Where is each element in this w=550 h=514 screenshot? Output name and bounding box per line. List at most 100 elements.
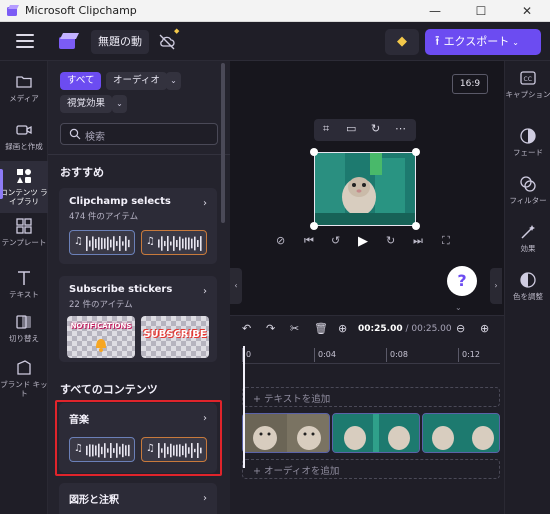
recommended-heading: おすすめ (60, 166, 104, 179)
subscribe-sticker[interactable]: SUBSCRIBE (141, 316, 209, 358)
zoom-out-icon[interactable]: ⊖ (456, 322, 465, 335)
current-time: 00:25.00 (358, 324, 403, 334)
fit-icon[interactable]: ▭ (346, 122, 356, 135)
music-note-icon: ♫ (146, 236, 155, 247)
panel-divider (48, 154, 230, 155)
rotate-icon[interactable]: ↻ (371, 122, 380, 135)
help-button[interactable]: ? (447, 266, 477, 296)
skip-back-icon[interactable]: ⏮ (304, 234, 314, 248)
skip-forward-icon[interactable]: ⏭ (413, 234, 423, 248)
trash-icon[interactable]: 🗑 (314, 322, 328, 335)
app-header: 無題の動 ◆ ◆ ⭱ エクスポート ⌄ (0, 22, 550, 61)
filter-visual-chip[interactable]: 視覚効果 (60, 95, 113, 113)
all-content-heading: すべてのコンテンツ (60, 383, 158, 396)
rail-filters-label: フィルター (509, 196, 547, 205)
playhead[interactable] (243, 346, 245, 468)
text-track[interactable]: + テキストを追加 (242, 387, 500, 407)
search-placeholder: 検索 (85, 132, 105, 143)
rail-captions[interactable]: CC キャプション (505, 69, 550, 99)
nav-transitions[interactable]: 切り替え (0, 307, 48, 353)
timeline-ruler[interactable]: 0 0:04 0:08 0:12 (242, 346, 500, 364)
svg-text:CC: CC (524, 76, 532, 83)
nav-content-library[interactable]: コンテンツ ライブラリ (0, 161, 48, 213)
nav-record-create[interactable]: 録画と作成 (0, 115, 48, 161)
collapse-left-button[interactable]: ‹ (230, 268, 242, 304)
filter-audio-dropdown[interactable]: ⌄ (166, 72, 181, 90)
minimize-button[interactable]: — (412, 0, 458, 22)
close-button[interactable]: ✕ (504, 0, 550, 22)
chevron-right-icon: › (494, 281, 498, 290)
rail-effects[interactable]: 効果 (505, 223, 550, 253)
window-title: Microsoft Clipchamp (25, 4, 137, 17)
subscribe-stickers-card[interactable]: Subscribe stickers › 22 件のアイテム NOTIFICAT… (59, 276, 217, 362)
clip-thumbnail (423, 414, 499, 452)
play-icon[interactable]: ▶ (358, 234, 368, 249)
search-input[interactable]: 検索 (60, 123, 218, 145)
filter-all-chip[interactable]: すべて (60, 72, 102, 90)
maximize-button[interactable]: ☐ (458, 0, 504, 22)
audio-thumbnail[interactable]: ♫ (141, 230, 207, 255)
premium-badge-icon: ◆ (174, 27, 180, 35)
clip-toolbar: ⌗ ▭ ↻ ⋯ (314, 119, 416, 141)
undo-icon[interactable]: ↶ (242, 322, 251, 335)
clipchamp-selects-card[interactable]: Clipchamp selects › 474 件のアイテム ♫ ♫ (59, 188, 217, 264)
ruler-tick: 0 (246, 350, 252, 359)
premium-diamond-button[interactable]: ◆ (385, 29, 419, 55)
resize-handle[interactable] (412, 148, 420, 156)
nav-brand-kit[interactable]: ブランド キット (0, 353, 48, 405)
rewind-5-icon[interactable]: ↺ (331, 234, 340, 247)
templates-icon (16, 218, 32, 234)
video-clip[interactable] (422, 413, 500, 453)
rail-color-adjust[interactable]: 色を調整 (505, 271, 550, 301)
resize-handle[interactable] (412, 222, 420, 230)
chevron-down-icon[interactable]: ⌄ (455, 303, 462, 312)
total-time: / 00:25.00 (405, 324, 452, 334)
add-media-icon[interactable]: ⊕ (338, 322, 347, 335)
chevron-down-icon: ⌄ (116, 99, 123, 108)
clipchamp-app-icon (7, 5, 19, 16)
card-title: Subscribe stickers (69, 284, 173, 295)
export-button[interactable]: ⭱ エクスポート ⌄ (425, 29, 541, 55)
chevron-down-icon: ⌄ (512, 38, 519, 47)
forward-5-icon[interactable]: ↻ (386, 234, 395, 247)
nav-brand-kit-label: ブランド キット (0, 380, 48, 398)
filter-audio-chip[interactable]: オーディオ (106, 72, 167, 90)
timecode: 00:25.00 / 00:25.00 (358, 324, 452, 334)
menu-icon[interactable] (16, 34, 34, 48)
left-navigation: メディア 録画と作成 コンテンツ ライブラリ テンプレート テキスト 切り替え … (0, 61, 48, 514)
zoom-in-icon[interactable]: ⊕ (480, 322, 489, 335)
video-clip[interactable] (332, 413, 420, 453)
redo-icon[interactable]: ↷ (266, 322, 275, 335)
aspect-ratio-button[interactable]: 16:9 (452, 74, 488, 94)
resize-handle[interactable] (310, 222, 318, 230)
audio-thumbnail[interactable]: ♫ (69, 230, 135, 255)
fullscreen-icon[interactable]: ⛶ (442, 234, 450, 248)
video-preview[interactable] (314, 152, 416, 226)
cloud-off-icon[interactable] (158, 33, 176, 51)
more-icon[interactable]: ⋯ (395, 122, 406, 135)
notifications-sticker[interactable]: NOTIFICATIONS (67, 316, 135, 358)
project-name-field[interactable]: 無題の動 (91, 30, 149, 54)
shapes-annotations-card[interactable]: 図形と注釈 › (59, 483, 217, 514)
chevron-right-icon: › (203, 493, 207, 504)
chevron-left-icon: ‹ (234, 281, 238, 290)
music-note-icon: ♫ (74, 236, 83, 247)
chevron-down-icon: ⌄ (170, 76, 177, 85)
clipchamp-window: Microsoft Clipchamp — ☐ ✕ 無題の動 ◆ ◆ ⭱ エクスポ… (0, 0, 550, 514)
diamond-icon: ◆ (397, 34, 407, 49)
scissors-icon[interactable]: ✂ (290, 322, 299, 335)
collapse-right-button[interactable]: › (490, 268, 502, 304)
resize-handle[interactable] (310, 148, 318, 156)
panel-scrollbar[interactable] (221, 63, 225, 223)
rail-filters[interactable]: フィルター (505, 175, 550, 205)
crop-icon[interactable]: ⌗ (323, 122, 329, 136)
audio-track[interactable]: + オーディオを追加 (242, 459, 500, 479)
filter-visual-dropdown[interactable]: ⌄ (112, 95, 127, 113)
nav-media[interactable]: メディア (0, 67, 48, 113)
camera-off-icon[interactable]: ⊘ (276, 234, 285, 247)
nav-text[interactable]: テキスト (0, 263, 48, 309)
nav-templates[interactable]: テンプレート (0, 211, 48, 257)
rail-fade[interactable]: フェード (505, 127, 550, 157)
video-clip[interactable] (242, 413, 330, 453)
highlight-frame (55, 400, 222, 476)
